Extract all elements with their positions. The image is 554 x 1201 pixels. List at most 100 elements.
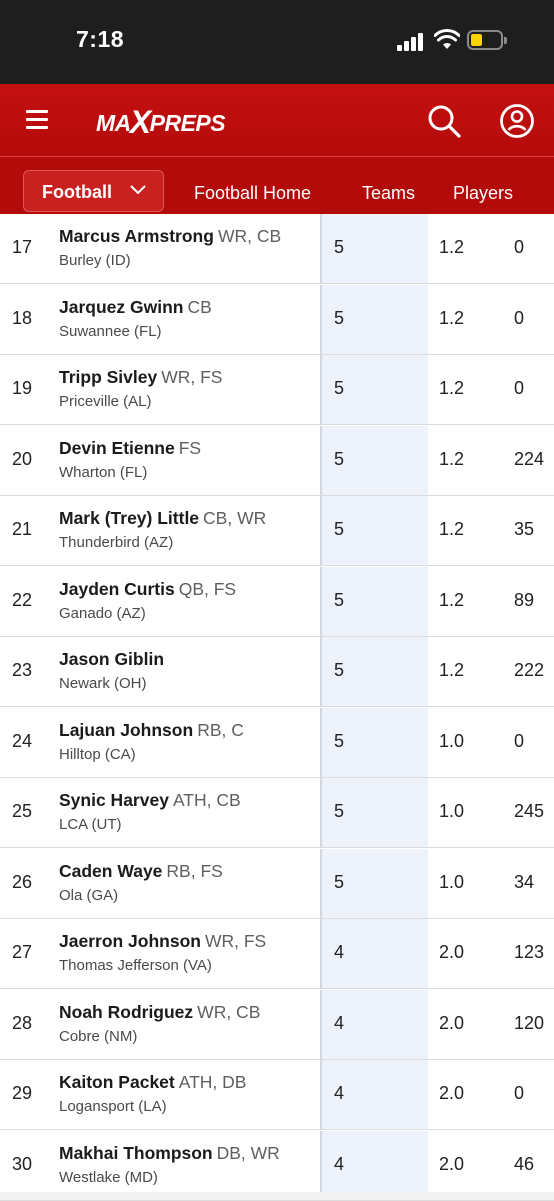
hamburger-menu-icon[interactable] [26,109,48,129]
player-name[interactable]: Jayden Curtis [59,579,175,599]
table-row[interactable]: 25 Synic Harvey ATH, CB LCA (UT) 5 1.0 245 [0,778,554,848]
table-row[interactable]: 17 Marcus Armstrong WR, CB Burley (ID) 5 1.2 0 [0,214,554,284]
player-name-cell[interactable]: Lajuan Johnson RB, C [59,720,244,741]
table-row[interactable]: 22 Jayden Curtis QB, FS Ganado (AZ) 5 1.2 89 [0,566,554,637]
player-name[interactable]: Makhai Thompson [59,1143,213,1163]
rank-cell: 22 [12,589,33,610]
rank-cell: 25 [12,801,33,821]
column-divider [320,284,322,354]
player-name-cell[interactable]: Marcus Armstrong WR, CB [59,226,281,247]
player-school: Cobre (NM) [59,1027,138,1045]
player-name[interactable]: Devin Etienne [59,438,175,458]
stat-cell-3: 0 [514,307,525,328]
player-position: ATH, DB [178,1072,247,1092]
sport-dropdown[interactable]: Football [23,170,164,212]
column-divider [320,1060,322,1129]
player-name[interactable]: Noah Rodriguez [59,1002,193,1022]
stat-cell-1: 5 [334,237,345,257]
stat-cell-1: 4 [334,1012,345,1033]
stat-cell-2: 2.0 [439,1153,465,1174]
player-name-cell[interactable]: Jayden Curtis QB, FS [59,579,236,600]
player-name-cell[interactable]: Makhai Thompson DB, WR [59,1143,280,1164]
player-name-cell[interactable]: Noah Rodriguez WR, CB [59,1002,260,1023]
stat-cell-2: 1.2 [439,237,465,257]
player-position: WR, CB [217,226,282,246]
table-row[interactable]: 20 Devin Etienne FS Wharton (FL) 5 1.2 224 [0,425,554,496]
column-divider [320,566,322,636]
player-name[interactable]: Marcus Armstrong [59,226,214,246]
player-name[interactable]: Synic Harvey [59,790,169,810]
player-name-cell[interactable]: Synic Harvey ATH, CB [59,790,241,811]
status-time: 7:18 [76,26,125,52]
account-icon[interactable] [499,103,535,139]
player-name-cell[interactable]: Mark (Trey) Little CB, WR [59,508,266,529]
rank-cell: 18 [12,307,33,328]
column-divider [320,425,322,495]
nav-link-teams[interactable]: Teams [362,183,415,204]
player-name[interactable]: Tripp Sivley [59,367,157,387]
rank-cell: 21 [12,519,33,539]
player-position: ATH, CB [172,790,241,810]
chevron-down-icon [130,185,146,194]
player-school: LCA (UT) [59,816,122,833]
nav-link-players[interactable]: Players [453,183,513,204]
stat-cell-3: 0 [514,237,525,257]
player-name[interactable]: Caden Waye [59,861,162,881]
stat-cell-1: 5 [334,519,345,539]
stat-cell-1: 5 [334,660,345,680]
player-name[interactable]: Jarquez Gwinn [59,297,183,317]
stat-cell-2: 1.2 [439,519,465,539]
table-row[interactable]: 24 Lajuan Johnson RB, C Hilltop (CA) 5 1.0 0 [0,707,554,778]
player-name[interactable]: Mark (Trey) Little [59,508,199,528]
rank-cell: 19 [12,378,33,398]
rank-cell: 27 [12,942,33,962]
player-name[interactable]: Lajuan Johnson [59,720,193,740]
stat-cell-1: 4 [334,1083,345,1103]
player-position: DB, WR [216,1142,280,1163]
player-name-cell[interactable]: Jason Giblin [59,649,168,670]
table-row[interactable]: 26 Caden Waye RB, FS Ola (GA) 5 1.0 34 [0,848,554,919]
column-divider [320,778,322,847]
table-row[interactable]: 30 Makhai Thompson DB, WR Westlake (MD) 4 2.0… [0,1130,554,1201]
cellular-signal-icon [397,33,427,51]
stat-cell-3: 34 [514,871,535,892]
player-school: Hilltop (CA) [59,745,136,763]
player-position: WR, FS [204,931,267,951]
player-name[interactable]: Jaerron Johnson [59,931,201,951]
player-name[interactable]: Jason Giblin [59,649,164,669]
player-name-cell[interactable]: Jarquez Gwinn CB [59,297,212,318]
stat-cell-3: 245 [514,801,545,821]
table-row[interactable]: 18 Jarquez Gwinn CB Suwannee (FL) 5 1.2 0 [0,284,554,355]
player-name-cell[interactable]: Devin Etienne FS [59,438,201,459]
player-name-cell[interactable]: Tripp Sivley WR, FS [59,367,222,388]
column-divider [320,707,322,777]
table-row[interactable]: 29 Kaiton Packet ATH, DB Logansport (LA) 4 2.… [0,1060,554,1130]
stat-cell-2: 1.2 [439,378,465,398]
nav-link-football-home[interactable]: Football Home [194,183,311,204]
stat-cell-1: 5 [334,730,345,751]
column-divider [320,355,322,424]
table-row[interactable]: 19 Tripp Sivley WR, FS Priceville (AL) 5 1.2 0 [0,355,554,425]
table-row[interactable]: 27 Jaerron Johnson WR, FS Thomas Jefferson … [0,919,554,989]
stat-cell-3: 46 [514,1153,535,1174]
player-name-cell[interactable]: Kaiton Packet ATH, DB [59,1072,246,1093]
stat-cell-1: 5 [334,448,345,469]
table-row[interactable]: 23 Jason Giblin Newark (OH) 5 1.2 222 [0,637,554,707]
stat-cell-3: 224 [514,448,545,469]
player-school: Burley (ID) [59,252,131,269]
player-name-cell[interactable]: Jaerron Johnson WR, FS [59,931,266,952]
stat-cell-3: 123 [514,942,545,962]
table-bottom-edge [0,1192,554,1200]
stat-cell-1: 5 [334,378,345,398]
search-icon[interactable] [426,103,462,139]
maxpreps-logo[interactable]: MAXPREPS [96,104,226,138]
table-row[interactable]: 28 Noah Rodriguez WR, CB Cobre (NM) 4 2.0 120 [0,989,554,1060]
stat-cell-3: 89 [514,589,535,610]
player-position: WR, CB [197,1001,261,1022]
player-name[interactable]: Kaiton Packet [59,1072,175,1092]
stat-cell-2: 2.0 [439,942,465,962]
rank-cell: 28 [12,1012,33,1033]
sport-dropdown-label: Football [42,182,112,202]
table-row[interactable]: 21 Mark (Trey) Little CB, WR Thunderbird (A… [0,496,554,566]
player-name-cell[interactable]: Caden Waye RB, FS [59,861,223,882]
